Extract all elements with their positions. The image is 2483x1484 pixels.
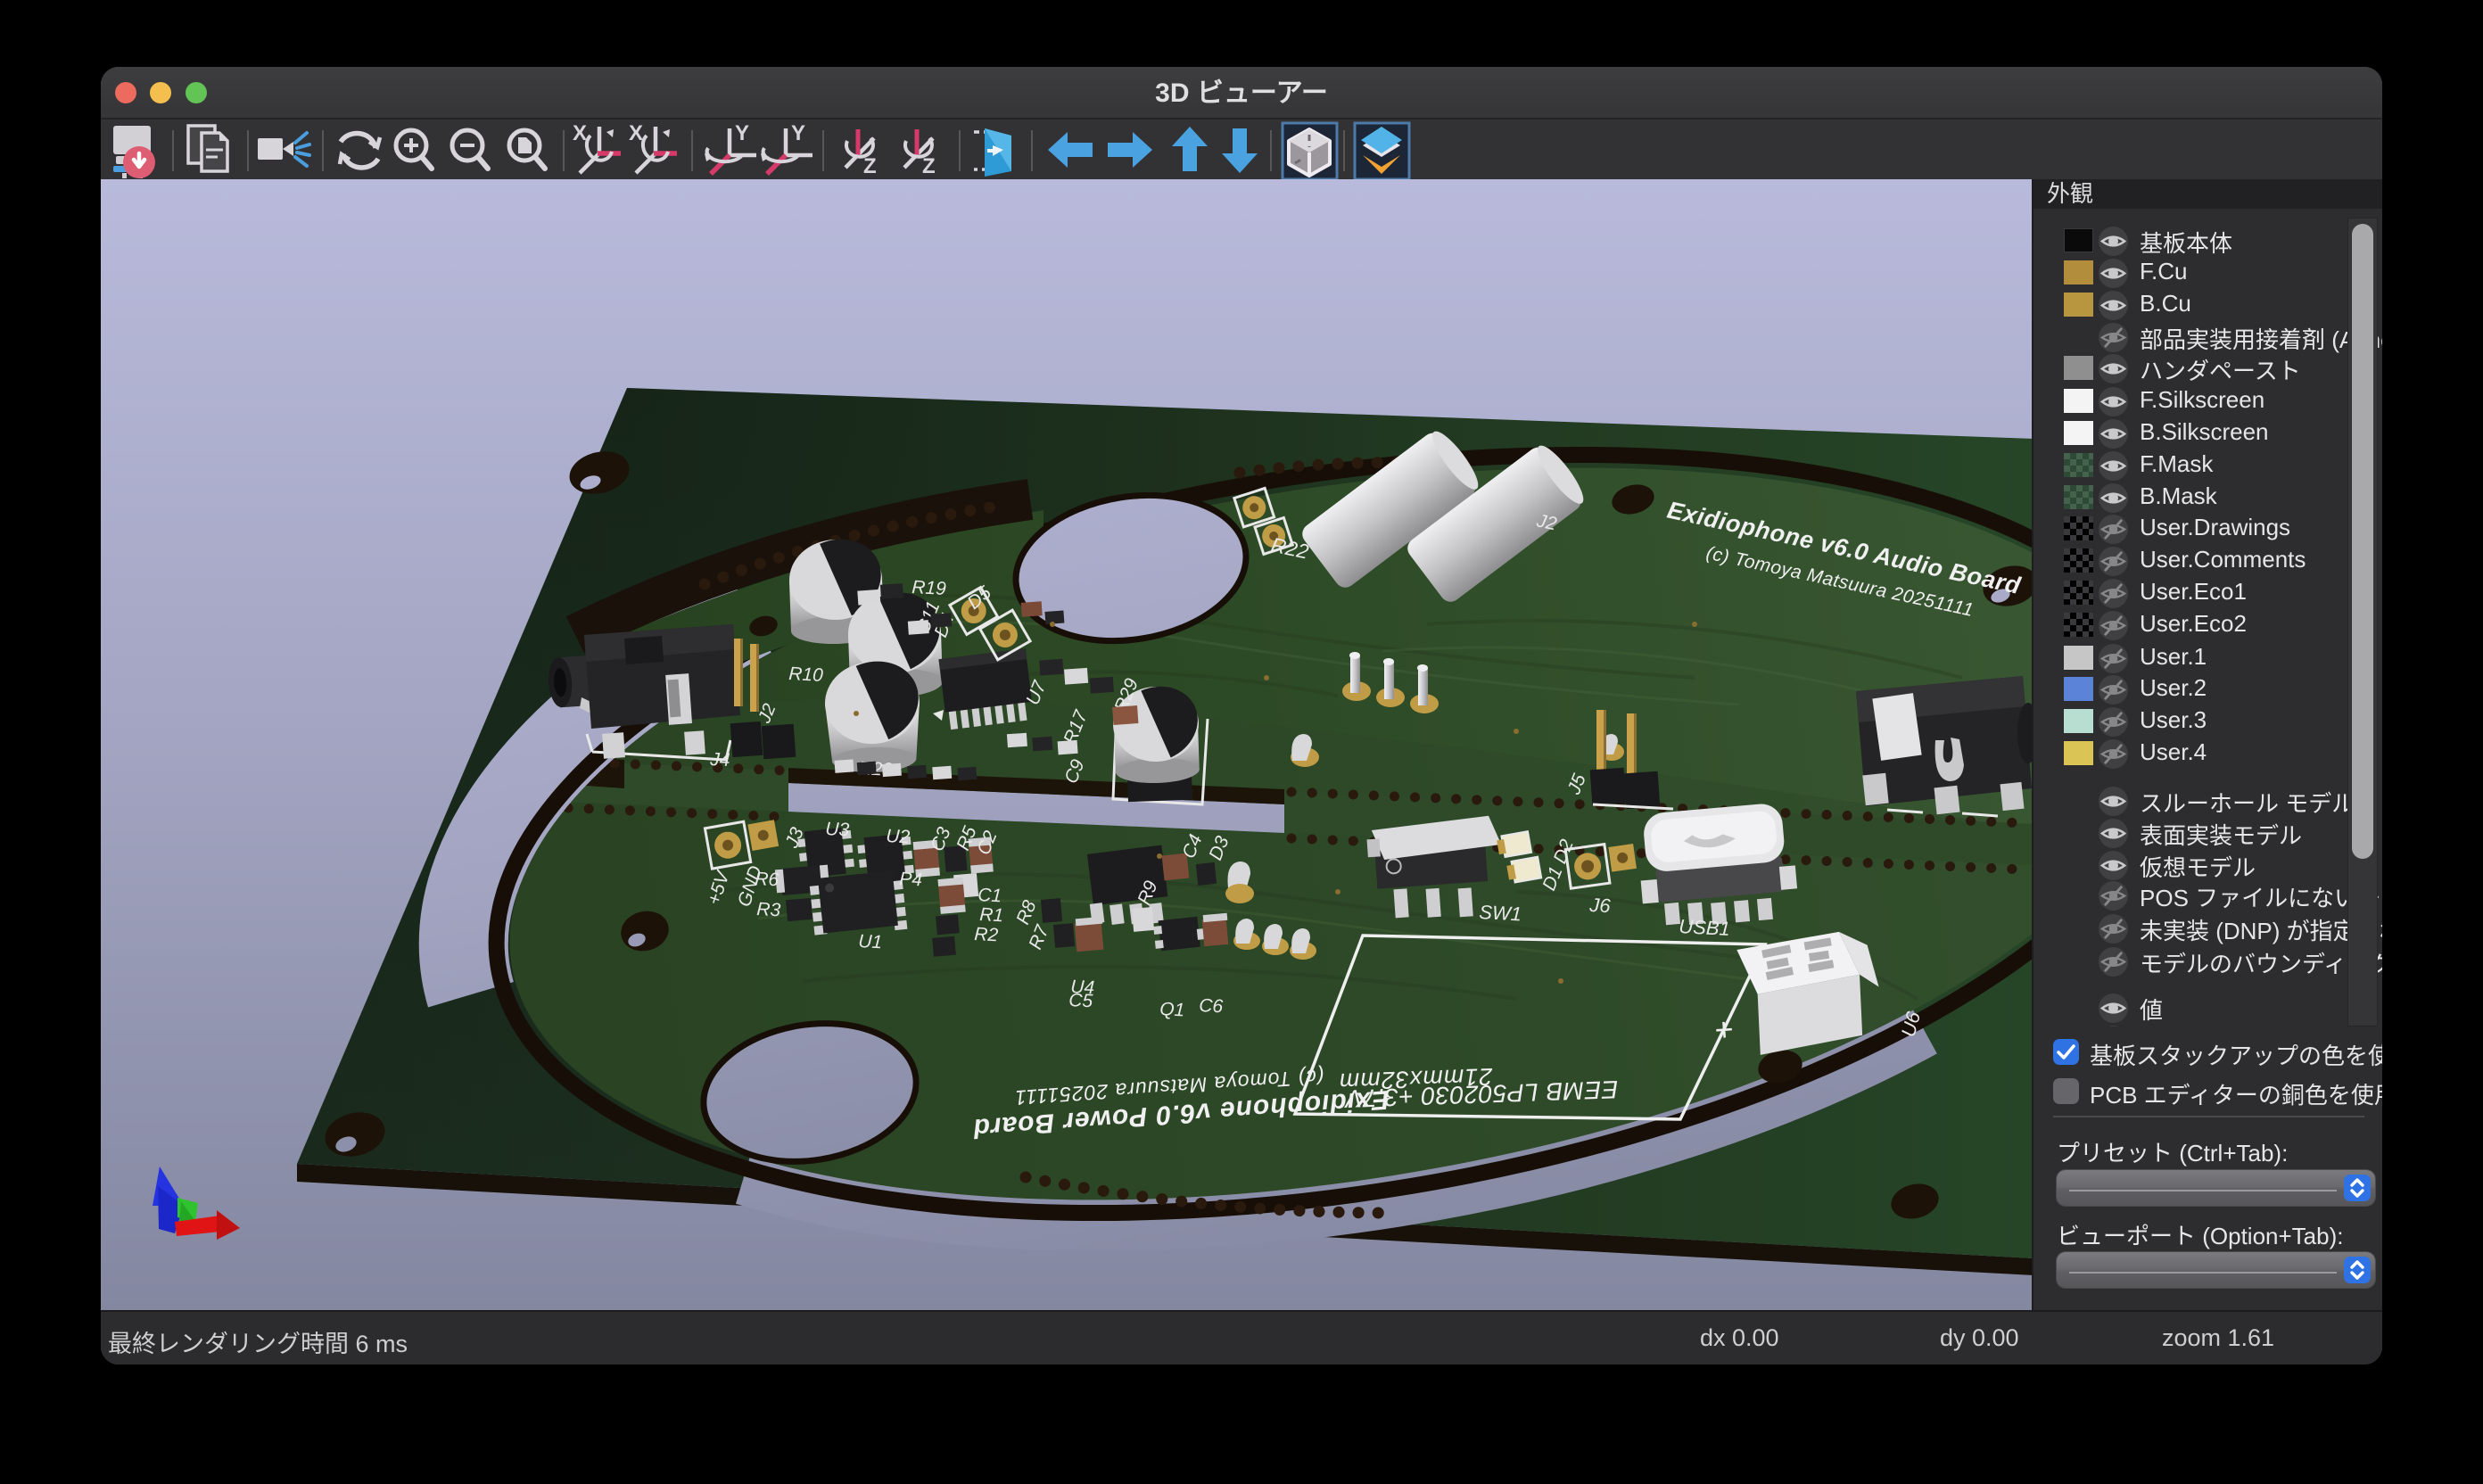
svg-text:USB1: USB1 (1679, 915, 1731, 940)
svg-text:J6: J6 (1588, 894, 1612, 917)
svg-text:U2: U2 (886, 826, 911, 847)
svg-text:J4: J4 (709, 749, 730, 771)
svg-text:SW1: SW1 (1479, 901, 1522, 925)
svg-text:U1: U1 (858, 931, 883, 952)
svg-text:C6: C6 (1199, 995, 1224, 1017)
svg-text:C5: C5 (1068, 990, 1093, 1011)
svg-text:R10: R10 (788, 664, 824, 686)
svg-text:Q1: Q1 (1159, 999, 1185, 1020)
svg-text:U3: U3 (825, 819, 850, 840)
svg-text:R6: R6 (755, 869, 780, 890)
svg-text:R1: R1 (979, 904, 1004, 926)
svg-text:R19: R19 (912, 577, 947, 599)
svg-text:Z: Z (863, 154, 877, 178)
svg-text:Y: Y (735, 121, 749, 145)
svg-text:P4: P4 (899, 869, 923, 890)
svg-text:R3: R3 (756, 899, 781, 920)
svg-text:X: X (573, 121, 587, 145)
svg-text:C1: C1 (978, 885, 1002, 906)
svg-text:R2: R2 (974, 924, 999, 945)
svg-text:+: + (1714, 1011, 1736, 1049)
